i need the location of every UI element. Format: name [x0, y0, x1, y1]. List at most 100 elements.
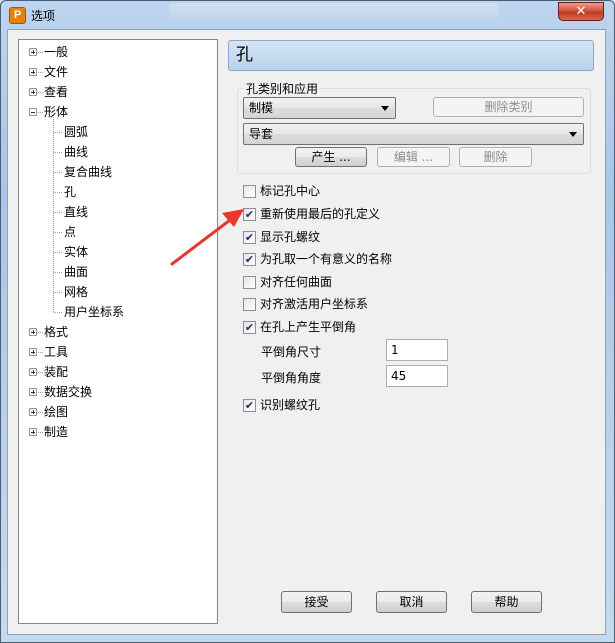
tree-item-label: 复合曲线: [64, 165, 113, 179]
application-select[interactable]: 导套: [243, 123, 584, 145]
create-button[interactable]: 产生 ...: [295, 147, 367, 167]
expand-plus-icon[interactable]: [29, 68, 37, 76]
tree-connector: [53, 252, 62, 253]
tree-connector: [53, 192, 62, 193]
tree-connector: [38, 412, 43, 413]
tree-item-label: 文件: [44, 65, 69, 79]
tree-item[interactable]: 装配: [19, 362, 215, 382]
tree-item-label: 实体: [64, 245, 89, 259]
delete-button[interactable]: 删除: [459, 147, 532, 167]
tree-connector: [53, 272, 62, 273]
option-label: 对齐激活用户坐标系: [260, 297, 369, 311]
tree-item[interactable]: 孔: [19, 182, 215, 202]
tree-item[interactable]: 网格: [19, 282, 215, 302]
expand-plus-icon[interactable]: [29, 368, 37, 376]
tree-connector: [53, 212, 62, 213]
tree-item-label: 曲面: [64, 265, 89, 279]
tree-item[interactable]: 复合曲线: [19, 162, 215, 182]
option-label: 为孔取一个有意义的名称: [260, 252, 393, 266]
tree-item[interactable]: 一般: [19, 42, 215, 62]
tree-connector: [38, 72, 43, 73]
tree-connector: [38, 352, 43, 353]
tree-item-label: 直线: [64, 205, 89, 219]
expand-plus-icon[interactable]: [29, 88, 37, 96]
chamfer-angle-label: 平倒角角度: [261, 371, 322, 385]
tree-item[interactable]: 制造: [19, 422, 215, 442]
collapse-minus-icon[interactable]: [29, 108, 37, 116]
checkbox[interactable]: ✔: [243, 399, 256, 412]
tree-item-label: 工具: [44, 345, 69, 359]
expand-plus-icon[interactable]: [29, 388, 37, 396]
tree-connector: [38, 432, 43, 433]
checkbox[interactable]: [243, 298, 256, 311]
tree-item[interactable]: 绘图: [19, 402, 215, 422]
tree-item[interactable]: 用户坐标系: [19, 302, 215, 322]
option-label: 重新使用最后的孔定义: [260, 207, 381, 221]
tree-item[interactable]: 查看: [19, 82, 215, 102]
chamfer-size-input[interactable]: 1: [386, 339, 448, 361]
cancel-button[interactable]: 取消: [376, 591, 447, 613]
section-heading: 孔: [228, 40, 594, 71]
edit-button[interactable]: 编辑 ...: [377, 147, 450, 167]
option-label: 对齐任何曲面: [260, 275, 333, 289]
tree-item-label: 用户坐标系: [64, 305, 125, 319]
tree-item-label: 网格: [64, 285, 89, 299]
option-label: 在孔上产生平倒角: [260, 320, 357, 334]
category-select[interactable]: 制模: [243, 97, 396, 119]
tree-connector: [53, 292, 62, 293]
window-title: 选项: [31, 9, 56, 23]
background-window-ghost: [169, 3, 499, 19]
tree-connector: [38, 392, 43, 393]
tree-item-label: 孔: [64, 185, 77, 199]
expand-plus-icon[interactable]: [29, 48, 37, 56]
option-label: 标记孔中心: [260, 184, 321, 198]
expand-plus-icon[interactable]: [29, 348, 37, 356]
application-select-value: 导套: [249, 127, 274, 141]
tree-connector: [38, 332, 43, 333]
ok-button[interactable]: 接受: [281, 591, 352, 613]
tree-item[interactable]: 格式: [19, 322, 215, 342]
checkbox[interactable]: [243, 185, 256, 198]
tree-item[interactable]: 圆弧: [19, 122, 215, 142]
option-label: 显示孔螺纹: [260, 230, 321, 244]
tree-item-label: 查看: [44, 85, 69, 99]
expand-plus-icon[interactable]: [29, 428, 37, 436]
tree-item[interactable]: 工具: [19, 342, 215, 362]
tree-item[interactable]: 曲线: [19, 142, 215, 162]
app-logo-icon: P: [9, 7, 26, 24]
tree-item[interactable]: 数据交换: [19, 382, 215, 402]
tree-connector: [38, 372, 43, 373]
tree-item-label: 数据交换: [44, 385, 93, 399]
title-bar[interactable]: P 选项 ✕: [1, 1, 614, 29]
checkbox[interactable]: ✔: [243, 321, 256, 334]
help-button[interactable]: 帮助: [471, 591, 542, 613]
annotation-arrow-icon: [170, 209, 244, 266]
tree-connector: [38, 92, 43, 93]
category-tree[interactable]: 一般文件查看形体圆弧曲线复合曲线孔直线点实体曲面网格用户坐标系格式工具装配数据交…: [18, 39, 218, 624]
tree-item-label: 一般: [44, 45, 69, 59]
delete-category-button[interactable]: 删除类别: [433, 97, 584, 117]
tree-connector: [38, 112, 43, 113]
tree-item[interactable]: 形体: [19, 102, 215, 122]
tree-connector: [38, 52, 43, 53]
tree-item-label: 点: [64, 225, 77, 239]
tree-item-label: 圆弧: [64, 125, 89, 139]
tree-item[interactable]: 文件: [19, 62, 215, 82]
expand-plus-icon[interactable]: [29, 328, 37, 336]
tree-item-label: 形体: [44, 105, 69, 119]
tree-connector: [53, 132, 62, 133]
tree-connector-vertical: [53, 117, 54, 312]
checkbox[interactable]: [243, 276, 256, 289]
check-icon: ✔: [244, 399, 255, 412]
tree-item-label: 制造: [44, 425, 69, 439]
chevron-down-icon: [381, 106, 389, 111]
expand-plus-icon[interactable]: [29, 408, 37, 416]
tree-item-label: 格式: [44, 325, 69, 339]
group-label: 孔类别和应用: [244, 80, 321, 97]
close-button[interactable]: ✕: [558, 2, 604, 21]
tree-item-label: 装配: [44, 365, 69, 379]
chamfer-angle-input[interactable]: 45: [386, 365, 448, 387]
tree-item-label: 曲线: [64, 145, 89, 159]
tree-connector: [53, 232, 62, 233]
option-label: 识别螺纹孔: [260, 398, 321, 412]
